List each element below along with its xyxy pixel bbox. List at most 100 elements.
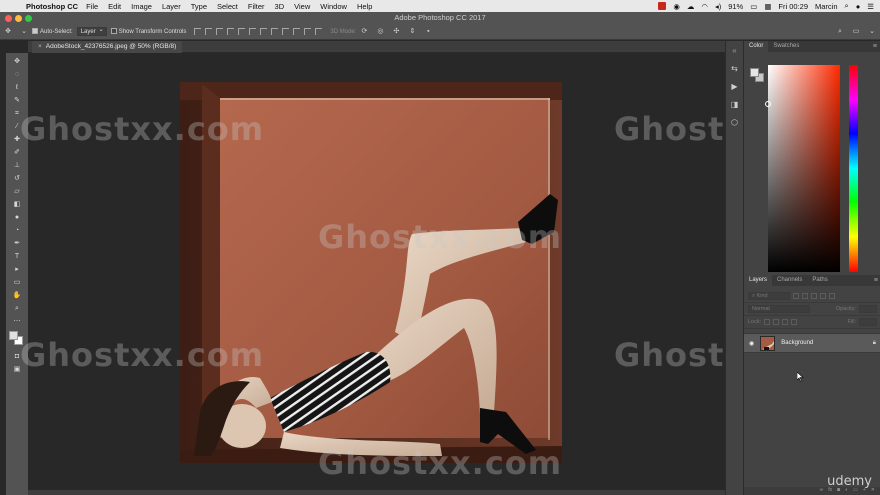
lock-artboard-icon[interactable] [782,319,789,325]
filter-type-icon[interactable] [811,293,817,299]
filter-shape-icon[interactable] [820,293,826,299]
menu-view[interactable]: View [294,2,310,11]
brush-tool-icon[interactable]: ✐ [10,146,24,159]
menu-layer[interactable]: Layer [162,2,181,11]
type-tool-icon[interactable]: T [10,250,24,263]
zoom-tool-icon[interactable]: ⌕ [10,302,24,315]
auto-select-checkbox[interactable] [32,28,40,35]
history-brush-tool-icon[interactable]: ↺ [10,172,24,185]
healing-brush-tool-icon[interactable]: ✚ [10,133,24,146]
color-panel-swatch[interactable] [750,68,764,82]
layer-name[interactable]: Background [781,340,813,346]
color-field[interactable] [765,65,840,272]
gradient-tool-icon[interactable]: ◧ [10,198,24,211]
adjustments-panel-icon[interactable]: ◨ [730,100,740,110]
distribute-top-icon[interactable] [260,28,268,35]
move-tool-preset-icon[interactable]: ✥ [3,28,13,36]
opacity-field[interactable] [859,305,877,313]
quick-mask-icon[interactable]: ◘ [10,350,24,363]
menu-edit[interactable]: Edit [108,2,121,11]
close-document-icon[interactable]: × [38,43,42,50]
screen-mode-icon[interactable]: ▣ [10,363,24,376]
workspace-chevron-icon[interactable]: ⌄ [867,28,877,36]
eraser-tool-icon[interactable]: ▱ [10,185,24,198]
pen-tool-icon[interactable]: ✒ [10,237,24,250]
layer-lock-icon[interactable]: 🔒︎ [873,340,876,347]
menu-help[interactable]: Help [357,2,372,11]
blend-mode-dropdown[interactable]: Normal [748,305,810,313]
hue-slider[interactable] [849,65,858,272]
foreground-color-swatch[interactable] [9,331,18,340]
foreground-background-swatch[interactable] [9,331,25,347]
menu-image[interactable]: Image [131,2,152,11]
menu-select[interactable]: Select [217,2,238,11]
color-picker-ring[interactable] [765,101,771,107]
layer-visibility-eye-icon[interactable]: ◉ [749,340,754,347]
search-icon[interactable]: ⌕ [835,28,845,36]
user-name[interactable]: Marcin [815,2,838,11]
align-bottom-icon[interactable] [216,28,224,35]
tab-paths[interactable]: Paths [807,275,832,286]
move-tool-icon[interactable]: ✥ [10,55,24,68]
align-vcenter-icon[interactable] [205,28,213,35]
distribute-bottom-icon[interactable] [282,28,290,35]
lock-pixels-icon[interactable] [764,319,771,325]
clock[interactable]: Fri 00:29 [778,2,808,11]
auto-select-dropdown[interactable]: Layer [76,26,107,36]
filter-pixel-icon[interactable] [793,293,799,299]
align-hcenter-icon[interactable] [238,28,246,35]
menu-3d[interactable]: 3D [275,2,285,11]
chevron-down-icon[interactable]: ⌄ [19,28,29,36]
edit-toolbar-icon[interactable]: ⋯ [10,315,24,328]
distribute-hcenter-icon[interactable] [304,28,312,35]
wifi-icon[interactable]: ◠ [701,2,708,11]
marquee-tool-icon[interactable]: ◌ [10,68,24,81]
menu-window[interactable]: Window [320,2,347,11]
transform-controls-checkbox[interactable] [110,28,119,35]
lock-position-icon[interactable] [773,319,780,325]
rectangle-tool-icon[interactable]: ▭ [10,276,24,289]
3d-drag-icon[interactable]: ✣ [391,28,401,36]
collapse-dock-icon[interactable]: « [730,46,740,56]
tab-channels[interactable]: Channels [772,275,807,286]
align-top-icon[interactable] [194,28,202,35]
notification-center-icon[interactable]: ☰ [867,2,874,11]
align-left-icon[interactable] [227,28,235,35]
link-layers-icon[interactable]: ∞ [820,487,824,495]
play-actions-icon[interactable]: ▶ [730,82,740,92]
eyedropper-tool-icon[interactable]: ⁄ [10,120,24,133]
menu-filter[interactable]: Filter [248,2,265,11]
menu-type[interactable]: Type [191,2,207,11]
3d-roll-icon[interactable]: ◎ [375,28,385,36]
history-panel-icon[interactable]: ⇆ [730,64,740,74]
distribute-vcenter-icon[interactable] [271,28,279,35]
3d-slide-icon[interactable]: ⇕ [407,28,417,36]
battery-percent[interactable]: 91% [728,2,743,11]
blur-tool-icon[interactable]: ● [10,211,24,224]
eye-status-icon[interactable]: ◉ [673,2,680,11]
fill-field[interactable] [859,318,877,326]
align-right-icon[interactable] [249,28,257,35]
3d-panel-icon[interactable]: ⬡ [730,118,740,128]
layer-row-background[interactable]: ◉ Background 🔒︎ [744,333,880,353]
workspace-icon[interactable]: ▭ [851,28,861,36]
document-photo[interactable] [180,82,562,463]
crop-tool-icon[interactable]: ⌗ [10,107,24,120]
clone-stamp-tool-icon[interactable]: ⊥ [10,159,24,172]
filter-kind-dropdown[interactable]: ⌕ Kind [748,292,790,300]
lock-all-icon[interactable] [791,319,798,325]
cloud-status-icon[interactable]: ☁ [687,2,695,11]
volume-icon[interactable]: ◂) [715,2,721,11]
siri-icon[interactable]: ● [856,2,861,11]
layers-menu-icon[interactable]: ≡ [874,275,878,286]
canvas-area[interactable]: Ghostxx.com Ghostxx.com Ghostxx.com Ghos… [20,54,857,495]
battery-icon[interactable]: ▭ [750,2,757,11]
filter-smart-icon[interactable] [829,293,835,299]
path-select-tool-icon[interactable]: ▸ [10,263,24,276]
hand-tool-icon[interactable]: ✋ [10,289,24,302]
tab-layers[interactable]: Layers [744,275,773,286]
lasso-tool-icon[interactable]: ℓ [10,81,24,94]
flag-icon[interactable]: ▦ [764,2,771,11]
menu-file[interactable]: File [86,2,98,11]
dodge-tool-icon[interactable]: ◔ [10,224,24,237]
